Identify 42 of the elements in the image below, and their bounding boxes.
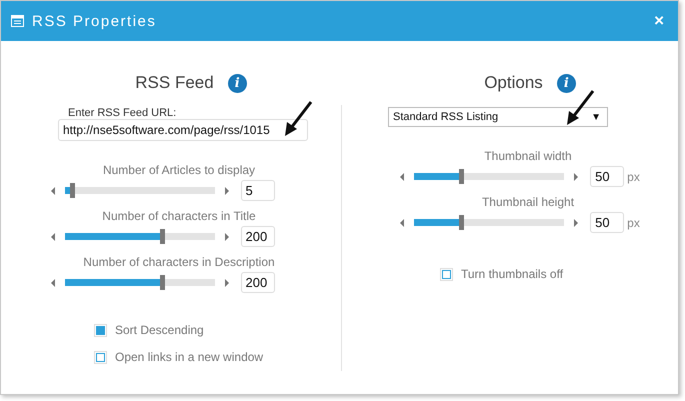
url-field[interactable]: http://nse5software.com/page/rss/1015 bbox=[58, 119, 308, 141]
left-arrow-icon[interactable] bbox=[400, 218, 404, 226]
right-arrow-icon[interactable] bbox=[224, 278, 228, 286]
window-title: RSS Properties bbox=[32, 12, 158, 30]
slider-label: Number of characters in Description bbox=[82, 255, 275, 269]
section-heading: Options bbox=[484, 73, 543, 93]
checkbox-label[interactable]: Sort Descending bbox=[115, 323, 204, 337]
checkbox[interactable] bbox=[94, 324, 107, 336]
slider-thumb[interactable] bbox=[160, 229, 165, 244]
field-label: Enter RSS Feed URL: bbox=[68, 107, 176, 119]
value-field[interactable]: 5 bbox=[240, 180, 274, 201]
right-arrow-icon[interactable] bbox=[574, 218, 578, 226]
checkbox-label[interactable]: Open links in a new window bbox=[115, 350, 264, 364]
unit-label: px bbox=[627, 170, 640, 184]
listing-dropdown[interactable]: Standard RSS Listing ▼ bbox=[388, 107, 608, 127]
value-field[interactable]: 200 bbox=[240, 226, 274, 247]
right-arrow-icon[interactable] bbox=[224, 186, 228, 194]
slider-label: Thumbnail height bbox=[480, 195, 574, 209]
value-field[interactable]: 50 bbox=[590, 166, 624, 187]
slider-thumb[interactable] bbox=[458, 169, 464, 184]
section-heading: RSS Feed bbox=[135, 73, 214, 93]
info-icon[interactable]: i bbox=[228, 74, 247, 92]
right-arrow-icon[interactable] bbox=[224, 232, 228, 240]
slider-label: Number of characters in Title bbox=[101, 209, 256, 223]
slider-thumb[interactable] bbox=[458, 215, 464, 230]
slider-label: Thumbnail width bbox=[483, 149, 572, 163]
value-field[interactable]: 200 bbox=[240, 272, 274, 293]
value-field[interactable]: 50 bbox=[590, 212, 624, 233]
left-arrow-icon[interactable] bbox=[50, 232, 54, 240]
slider-thumb[interactable] bbox=[70, 183, 75, 198]
right-arrow-icon[interactable] bbox=[574, 172, 578, 180]
left-arrow-icon[interactable] bbox=[400, 172, 404, 180]
checkbox[interactable] bbox=[440, 268, 453, 280]
slider-label: Number of Articles to display bbox=[102, 163, 256, 177]
left-arrow-icon[interactable] bbox=[50, 186, 54, 194]
slider-thumb[interactable] bbox=[160, 275, 165, 290]
info-icon[interactable]: i bbox=[556, 74, 576, 92]
list-icon bbox=[11, 15, 24, 27]
checkbox-label[interactable]: Turn thumbnails off bbox=[461, 267, 564, 281]
checkbox[interactable] bbox=[94, 350, 107, 364]
left-arrow-icon[interactable] bbox=[50, 278, 54, 286]
unit-label: px bbox=[627, 216, 640, 230]
